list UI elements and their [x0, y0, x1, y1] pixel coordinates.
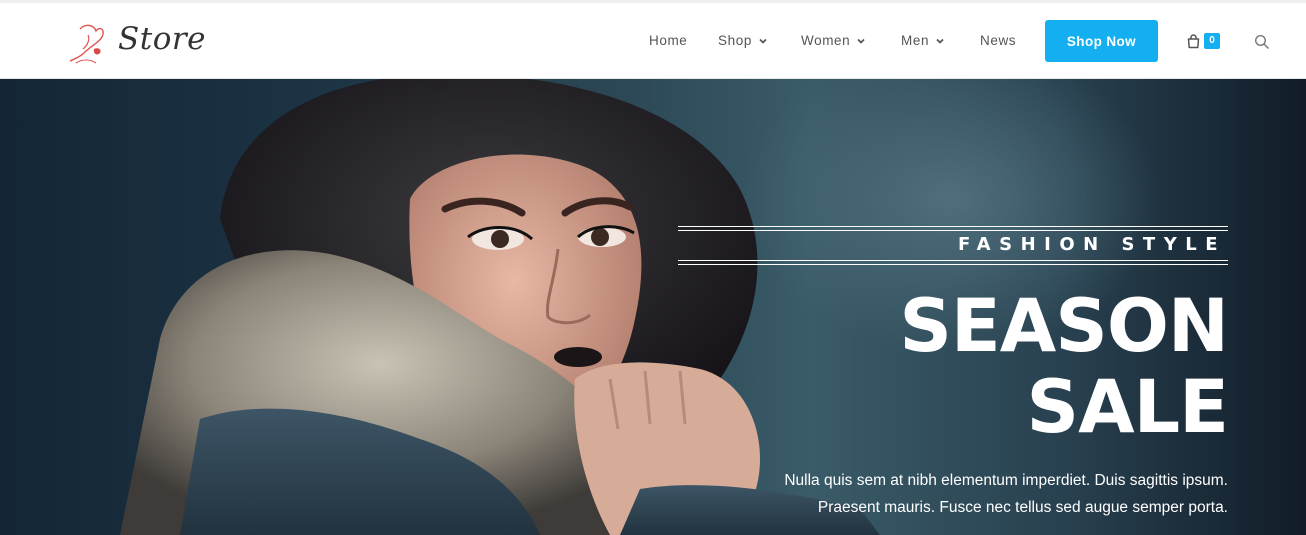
divider-top	[678, 226, 1228, 227]
chevron-down-icon	[759, 38, 767, 44]
site-header: Store Home Shop Women Men News Shop Now …	[0, 3, 1306, 79]
hero-banner: FASHION STYLE SEASON SALE Nulla quis sem…	[0, 79, 1306, 535]
nav-item-home-label: Home	[649, 33, 688, 48]
nav-item-home[interactable]: Home	[649, 33, 687, 48]
hero-content: FASHION STYLE SEASON SALE Nulla quis sem…	[660, 79, 1230, 535]
nav-item-shop[interactable]: Shop	[718, 33, 768, 48]
cart-button[interactable]: 0	[1186, 33, 1220, 49]
cart-count-badge: 0	[1204, 33, 1220, 49]
divider-top-inner	[678, 230, 1228, 231]
hero-description-line2: Praesent mauris. Fusce nec tellus sed au…	[817, 499, 1228, 516]
nav-item-news-label: News	[980, 33, 1017, 48]
hero-description-line1: Nulla quis sem at nibh elementum imperdi…	[784, 472, 1228, 489]
hero-description: Nulla quis sem at nibh elementum imperdi…	[668, 467, 1228, 521]
hero-headline-line2: SALE	[1026, 365, 1229, 450]
hero-headline-line1: SEASON	[899, 284, 1229, 369]
divider-bottom-inner	[678, 264, 1228, 265]
shopping-bag-icon	[1187, 33, 1200, 48]
nav-item-women-label: Women	[801, 33, 851, 48]
chevron-down-icon	[857, 38, 865, 44]
main-navigation: Home Shop Women Men News Shop Now 0	[0, 3, 1306, 79]
hero-eyebrow: FASHION STYLE	[957, 234, 1226, 255]
chevron-down-icon	[936, 38, 944, 44]
divider-bottom	[678, 260, 1228, 261]
nav-item-shop-label: Shop	[718, 33, 752, 48]
shop-now-button[interactable]: Shop Now	[1045, 20, 1158, 62]
nav-item-women[interactable]: Women	[801, 33, 866, 48]
nav-item-men-label: Men	[901, 33, 930, 48]
search-icon[interactable]	[1254, 34, 1270, 50]
nav-item-news[interactable]: News	[980, 33, 1016, 48]
nav-item-men[interactable]: Men	[901, 33, 945, 48]
